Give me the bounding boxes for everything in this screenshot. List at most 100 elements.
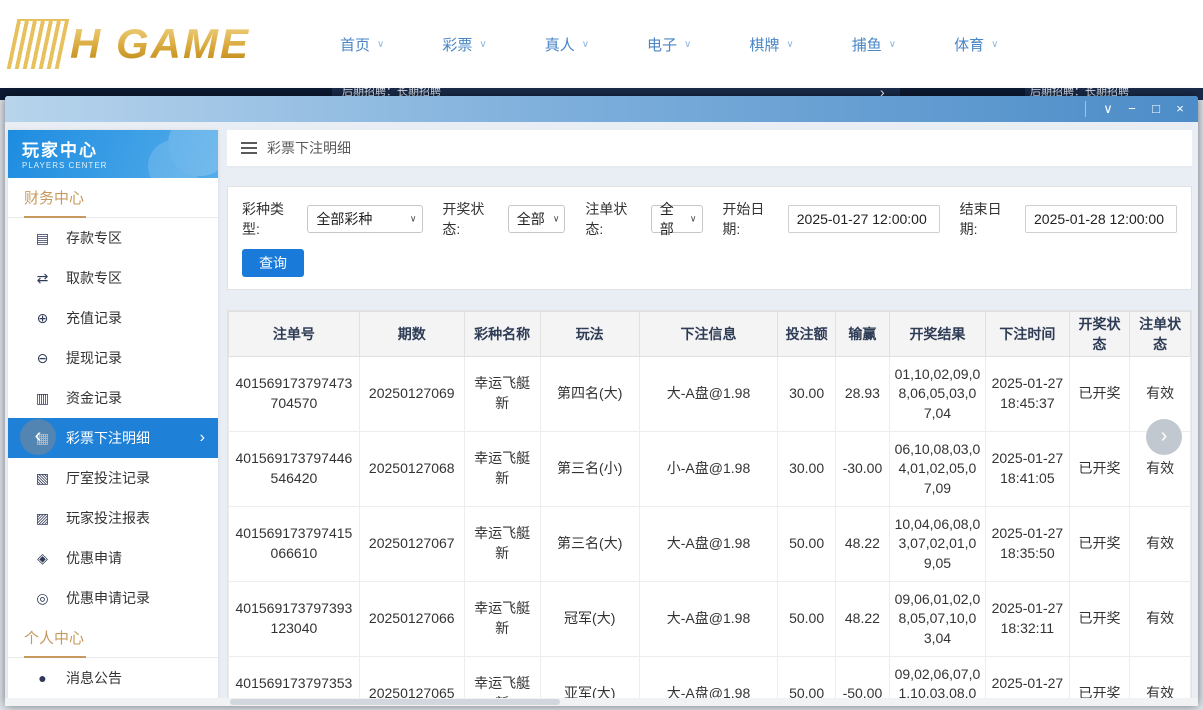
nav-item[interactable]: 棋牌 ∨ xyxy=(749,34,793,55)
cell-issue: 20250127069 xyxy=(359,357,464,432)
table-row: 401569173797393123040 20250127066 幸运飞艇新 … xyxy=(229,582,1191,657)
chevron-down-icon: ∨ xyxy=(690,214,697,225)
sidebar-item-label: 提现记录 xyxy=(66,348,122,368)
maximize-button[interactable]: □ xyxy=(1144,96,1168,122)
cell-lottery-name: 幸运飞艇新 xyxy=(464,582,540,657)
chevron-down-icon: ∨ xyxy=(786,39,793,50)
nav-item-label: 捕鱼 xyxy=(852,34,882,55)
cell-bet-info: 大-A盘@1.98 xyxy=(639,357,778,432)
sidebar-item-label: 优惠申请 xyxy=(66,548,122,568)
chevron-down-icon: ∨ xyxy=(582,39,589,50)
bet-status-label: 注单状态: xyxy=(585,199,644,239)
cell-bet-id: 401569173797473704570 xyxy=(229,357,360,432)
breadcrumb: 彩票下注明细 xyxy=(227,130,1192,166)
sidebar-item[interactable]: ● 消息公告 xyxy=(8,658,218,698)
chevron-down-icon: ∨ xyxy=(684,39,691,50)
cell-bet-time: 2025-01-27 18:35:50 xyxy=(986,507,1070,582)
table-header-cell: 开奖结果 xyxy=(889,312,985,357)
table-header-cell: 下注时间 xyxy=(986,312,1070,357)
minimize-button[interactable]: − xyxy=(1120,96,1144,122)
sidebar-item-label: 取款专区 xyxy=(66,268,122,288)
table-header-cell: 开奖状态 xyxy=(1069,312,1130,357)
cell-bet-status: 有效 xyxy=(1130,582,1191,657)
sidebar-item-icon: ▤ xyxy=(34,230,51,247)
filter-panel: 彩种类型: 全部彩种 ∨ 开奖状态: 全部 ∨ 注单状态: 全部 xyxy=(227,186,1192,290)
nav-item-label: 真人 xyxy=(545,34,575,55)
chevron-down-icon: ∨ xyxy=(479,39,486,50)
site-header: H GAME 首页 ∨ 彩票 ∨ 真人 ∨ 电子 ∨ 棋牌 ∨ 捕鱼 ∨ 体育 xyxy=(0,0,1203,88)
collapse-button[interactable]: ∨ xyxy=(1096,96,1120,122)
cell-win-loss: 48.22 xyxy=(835,582,889,657)
sidebar-item[interactable]: ▨ 玩家投注报表 xyxy=(8,498,218,538)
nav-item-label: 首页 xyxy=(340,34,370,55)
chevron-down-icon: ∨ xyxy=(377,39,384,50)
nav-item[interactable]: 彩票 ∨ xyxy=(442,34,486,55)
cell-bet-amount: 30.00 xyxy=(778,357,836,432)
nav-item[interactable]: 真人 ∨ xyxy=(545,34,589,55)
cell-win-loss: 48.22 xyxy=(835,507,889,582)
sidebar-collapse-button[interactable]: ‹ xyxy=(20,419,56,455)
sidebar-item[interactable]: ⇄ 取款专区 xyxy=(8,258,218,298)
nav-item[interactable]: 首页 ∨ xyxy=(340,34,384,55)
site-nav: 首页 ∨ 彩票 ∨ 真人 ∨ 电子 ∨ 棋牌 ∨ 捕鱼 ∨ 体育 ∨ xyxy=(340,34,998,55)
nav-item[interactable]: 电子 ∨ xyxy=(647,34,691,55)
cell-bet-time: 2025-01-27 18:45:37 xyxy=(986,357,1070,432)
app-window: ∨ − □ × 玩家中心 PLAYERS CENTER 财务中心 ▤ 存款专区 … xyxy=(5,96,1198,706)
lottery-type-select[interactable]: 全部彩种 ∨ xyxy=(307,205,422,233)
draw-status-select[interactable]: 全部 ∨ xyxy=(508,205,566,233)
bet-detail-table: 注单号期数彩种名称玩法下注信息投注额输赢开奖结果下注时间开奖状态注单状态 401… xyxy=(228,311,1191,706)
sidebar-item[interactable]: ⊕ 充值记录 xyxy=(8,298,218,338)
cell-play-type: 冠军(大) xyxy=(540,582,639,657)
cell-bet-time: 2025-01-27 18:41:05 xyxy=(986,432,1070,507)
cell-bet-id: 401569173797446546420 xyxy=(229,432,360,507)
cell-draw-result: 09,06,01,02,08,05,07,10,03,04 xyxy=(889,582,985,657)
cell-bet-amount: 50.00 xyxy=(778,582,836,657)
cell-issue: 20250127066 xyxy=(359,582,464,657)
sidebar-header: 玩家中心 PLAYERS CENTER xyxy=(8,130,218,178)
nav-item[interactable]: 捕鱼 ∨ xyxy=(852,34,896,55)
nav-item[interactable]: 体育 ∨ xyxy=(954,34,998,55)
next-page-button[interactable]: › xyxy=(1146,419,1182,455)
horizontal-scrollbar-thumb[interactable] xyxy=(230,699,560,705)
sidebar-item-icon: ◈ xyxy=(34,550,51,567)
table-header-cell: 彩种名称 xyxy=(464,312,540,357)
menu-icon[interactable] xyxy=(241,142,257,154)
end-date-input[interactable] xyxy=(1025,205,1177,233)
close-button[interactable]: × xyxy=(1168,96,1192,122)
cell-win-loss: -30.00 xyxy=(835,432,889,507)
start-date-input[interactable] xyxy=(788,205,940,233)
sidebar-item[interactable]: ▥ 资金记录 xyxy=(8,378,218,418)
cell-play-type: 第三名(大) xyxy=(540,507,639,582)
bet-status-select[interactable]: 全部 ∨ xyxy=(651,205,703,233)
search-button[interactable]: 查询 xyxy=(242,249,304,277)
sidebar-item-label: 彩票下注明细 xyxy=(66,428,150,448)
chevron-down-icon: ∨ xyxy=(553,214,560,225)
window-titlebar: ∨ − □ × xyxy=(5,96,1198,122)
section-heading-finance: 财务中心 xyxy=(8,178,218,218)
cell-bet-info: 大-A盘@1.98 xyxy=(639,507,778,582)
sidebar-item[interactable]: ◈ 优惠申请 xyxy=(8,538,218,578)
chevron-down-icon: ∨ xyxy=(410,214,417,225)
window-body: 玩家中心 PLAYERS CENTER 财务中心 ▤ 存款专区 ⇄ 取款专区 ⊕… xyxy=(5,122,1198,706)
sidebar-item-icon: ● xyxy=(34,670,51,686)
sidebar-item[interactable]: ⊖ 提现记录 xyxy=(8,338,218,378)
sidebar-item-icon: ▨ xyxy=(34,510,51,527)
sidebar-item[interactable]: ▧ 厅室投注记录 xyxy=(8,458,218,498)
nav-item-label: 体育 xyxy=(954,34,984,55)
table-header-cell: 期数 xyxy=(359,312,464,357)
cell-bet-amount: 50.00 xyxy=(778,507,836,582)
sidebar-item[interactable]: ◎ 优惠申请记录 xyxy=(8,578,218,618)
sidebar-item[interactable]: ▤ 存款专区 xyxy=(8,218,218,258)
cell-bet-info: 小-A盘@1.98 xyxy=(639,432,778,507)
lottery-type-label: 彩种类型: xyxy=(242,199,301,239)
cell-draw-status: 已开奖 xyxy=(1069,357,1130,432)
sidebar-item-icon: ⊖ xyxy=(34,350,51,367)
sidebar-item-label: 充值记录 xyxy=(66,308,122,328)
site-logo[interactable]: H GAME xyxy=(12,19,292,69)
draw-status-label: 开奖状态: xyxy=(442,199,501,239)
chevron-down-icon: ∨ xyxy=(889,39,896,50)
chevron-down-icon: ∨ xyxy=(991,39,998,50)
sidebar-title: 玩家中心 xyxy=(22,136,218,161)
table-header-cell: 下注信息 xyxy=(639,312,778,357)
main-content: 彩票下注明细 彩种类型: 全部彩种 ∨ 开奖状态: 全部 ∨ 注 xyxy=(227,130,1192,706)
